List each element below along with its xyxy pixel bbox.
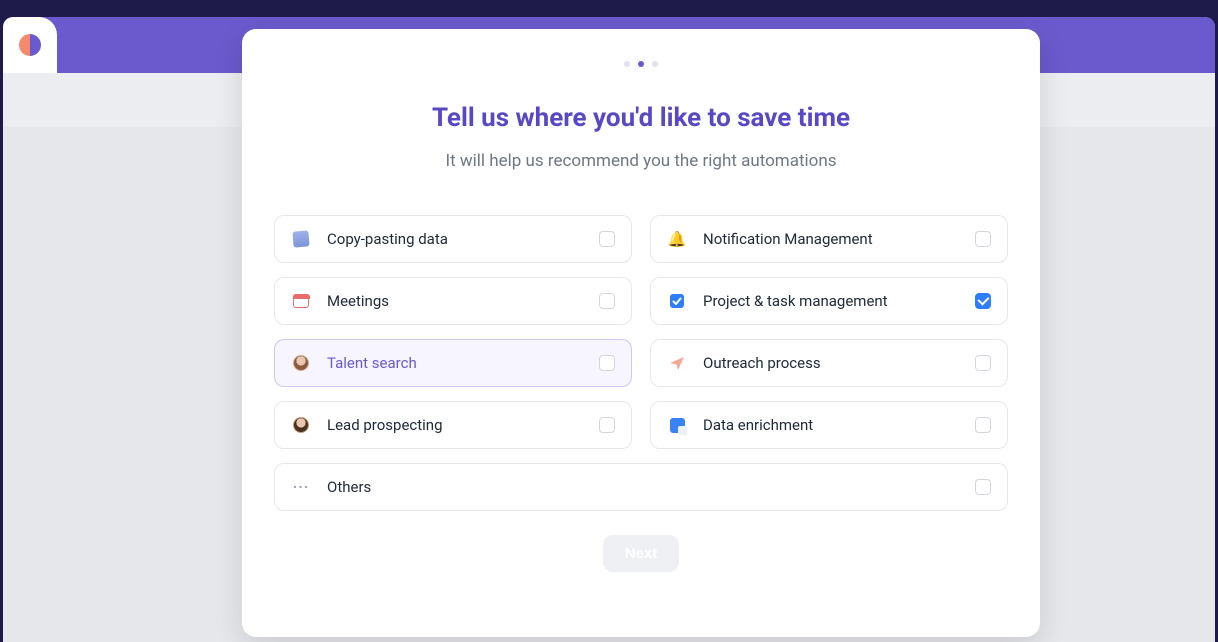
- option-meetings[interactable]: Meetings: [274, 277, 632, 325]
- step-dot-1: [624, 61, 630, 67]
- option-label: Meetings: [327, 292, 599, 310]
- checkbox-icon: [667, 291, 687, 311]
- option-checkbox[interactable]: [975, 479, 991, 495]
- option-checkbox[interactable]: [975, 293, 991, 309]
- page-title: Tell us where you'd like to save time: [274, 103, 1008, 133]
- options-grid: Copy-pasting data 🔔 Notification Managem…: [274, 215, 1008, 511]
- option-label: Project & task management: [703, 292, 975, 310]
- option-checkbox[interactable]: [599, 293, 615, 309]
- option-label: Talent search: [327, 354, 599, 372]
- step-dot-3: [652, 61, 658, 67]
- onboarding-modal: Tell us where you'd like to save time It…: [242, 29, 1040, 637]
- option-checkbox[interactable]: [975, 231, 991, 247]
- option-checkbox[interactable]: [599, 231, 615, 247]
- option-checkbox[interactable]: [975, 355, 991, 371]
- option-checkbox[interactable]: [975, 417, 991, 433]
- option-others[interactable]: ··· Others: [274, 463, 1008, 511]
- avatar-icon: [291, 415, 311, 435]
- option-label: Outreach process: [703, 354, 975, 372]
- app-tab[interactable]: [3, 17, 57, 73]
- step-dot-2: [638, 61, 644, 67]
- paper-plane-icon: [667, 353, 687, 373]
- option-data-enrichment[interactable]: Data enrichment: [650, 401, 1008, 449]
- calendar-icon: [291, 291, 311, 311]
- option-label: Data enrichment: [703, 416, 975, 434]
- option-outreach[interactable]: Outreach process: [650, 339, 1008, 387]
- stepper: [274, 29, 1008, 67]
- note-icon: [291, 229, 311, 249]
- page-subtitle: It will help us recommend you the right …: [274, 151, 1008, 171]
- option-talent-search[interactable]: Talent search: [274, 339, 632, 387]
- option-checkbox[interactable]: [599, 355, 615, 371]
- option-lead-prospecting[interactable]: Lead prospecting: [274, 401, 632, 449]
- option-label: Copy-pasting data: [327, 230, 599, 248]
- option-label: Others: [327, 478, 975, 496]
- app-background: Tell us where you'd like to save time It…: [3, 17, 1215, 642]
- avatar-icon: [291, 353, 311, 373]
- option-copy-pasting[interactable]: Copy-pasting data: [274, 215, 632, 263]
- tile-icon: [667, 415, 687, 435]
- option-notification[interactable]: 🔔 Notification Management: [650, 215, 1008, 263]
- bell-icon: 🔔: [667, 229, 687, 249]
- next-button[interactable]: Next: [603, 535, 680, 572]
- more-icon: ···: [291, 477, 311, 497]
- app-logo-icon: [19, 34, 41, 56]
- option-label: Lead prospecting: [327, 416, 599, 434]
- option-project-task[interactable]: Project & task management: [650, 277, 1008, 325]
- option-checkbox[interactable]: [599, 417, 615, 433]
- footer-actions: Next: [274, 535, 1008, 572]
- option-label: Notification Management: [703, 230, 975, 248]
